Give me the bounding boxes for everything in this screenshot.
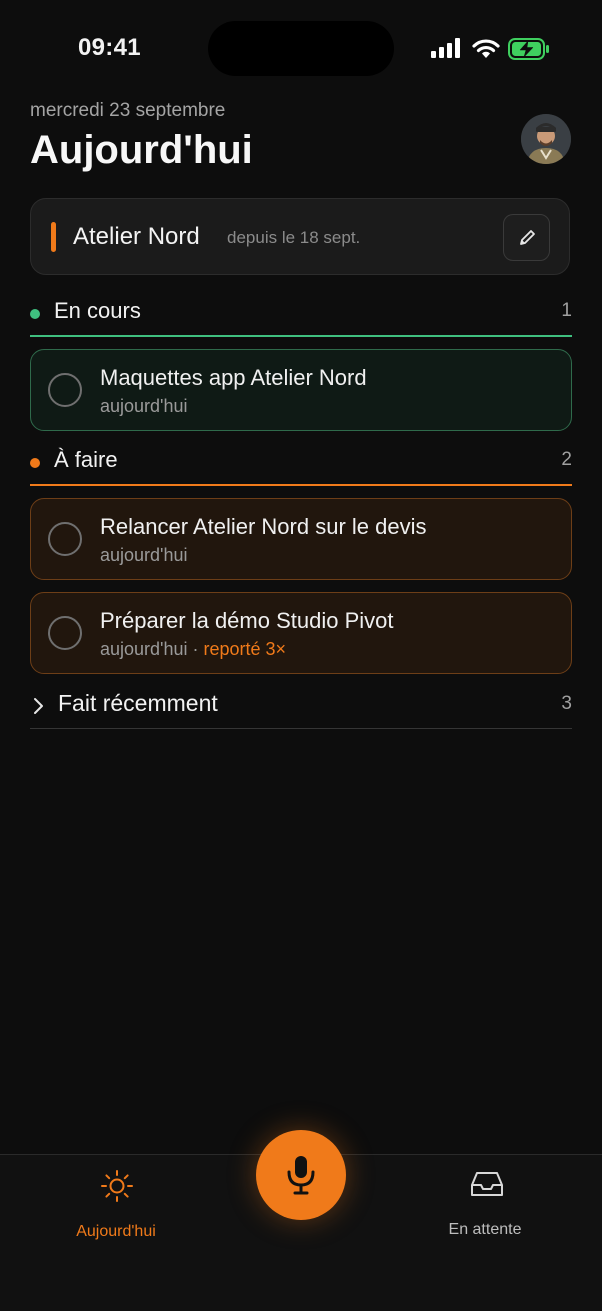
task-checkbox[interactable]	[48, 373, 82, 407]
task-due: aujourd'hui	[100, 545, 188, 565]
project-accent-bar	[51, 222, 56, 252]
dynamic-island	[208, 21, 394, 76]
edit-project-button[interactable]	[503, 214, 550, 261]
task-checkbox[interactable]	[48, 616, 82, 650]
project-since: depuis le 18 sept.	[227, 228, 361, 247]
section-count: 3	[561, 693, 572, 714]
section-header-todo: À faire 2	[30, 446, 572, 486]
section-label: À faire	[54, 447, 118, 472]
task-title: Maquettes app Atelier Nord	[100, 365, 367, 390]
cellular-signal-icon	[431, 38, 460, 58]
section-header-in-progress: En cours 1	[30, 297, 572, 337]
task-checkbox[interactable]	[48, 522, 82, 556]
task-item[interactable]: Relancer Atelier Nord sur le devis aujou…	[30, 498, 572, 580]
status-bar: 09:41	[0, 0, 602, 100]
section-label: En cours	[54, 298, 141, 323]
avatar-image	[521, 114, 571, 164]
page-title: Aujourd'hui	[30, 128, 253, 172]
task-item[interactable]: Maquettes app Atelier Nord aujourd'hui	[30, 349, 572, 431]
microphone-icon	[287, 1156, 315, 1195]
section-divider	[30, 484, 572, 486]
chevron-right-icon	[34, 698, 43, 714]
project-card[interactable]: Atelier Nord depuis le 18 sept.	[30, 198, 570, 275]
wifi-icon	[472, 39, 500, 58]
section-divider	[30, 728, 572, 729]
section-count: 1	[561, 300, 572, 321]
battery-charging-icon	[508, 38, 549, 60]
sun-icon	[101, 1170, 133, 1202]
inbox-tray-icon	[471, 1172, 503, 1196]
tab-waiting[interactable]: En attente	[415, 1169, 555, 1249]
task-title: Préparer la démo Studio Pivot	[100, 608, 394, 633]
current-date: mercredi 23 septembre	[30, 100, 226, 121]
project-name: Atelier Nord	[73, 223, 200, 250]
status-dot-orange	[30, 458, 40, 468]
tab-label: Aujourd'hui	[76, 1223, 156, 1240]
task-meta: aujourd'hui · reporté 3×	[100, 639, 286, 660]
task-item[interactable]: Préparer la démo Studio Pivot aujourd'hu…	[30, 592, 572, 674]
task-due: aujourd'hui	[100, 639, 188, 659]
done-recently-toggle[interactable]: Fait récemment 3	[30, 688, 572, 730]
section-divider	[30, 335, 572, 337]
voice-record-button[interactable]	[256, 1130, 346, 1220]
status-dot-green	[30, 309, 40, 319]
pencil-icon	[520, 230, 535, 245]
tab-label: En attente	[448, 1221, 522, 1238]
section-label: Fait récemment	[58, 690, 218, 716]
postponed-badge: reporté 3×	[203, 639, 287, 659]
status-time: 09:41	[78, 34, 141, 61]
tab-today[interactable]: Aujourd'hui	[46, 1169, 186, 1249]
task-title: Relancer Atelier Nord sur le devis	[100, 514, 427, 539]
task-due: aujourd'hui	[100, 396, 188, 416]
section-count: 2	[561, 449, 572, 470]
meta-separator: ·	[187, 639, 204, 659]
avatar[interactable]	[521, 114, 571, 164]
